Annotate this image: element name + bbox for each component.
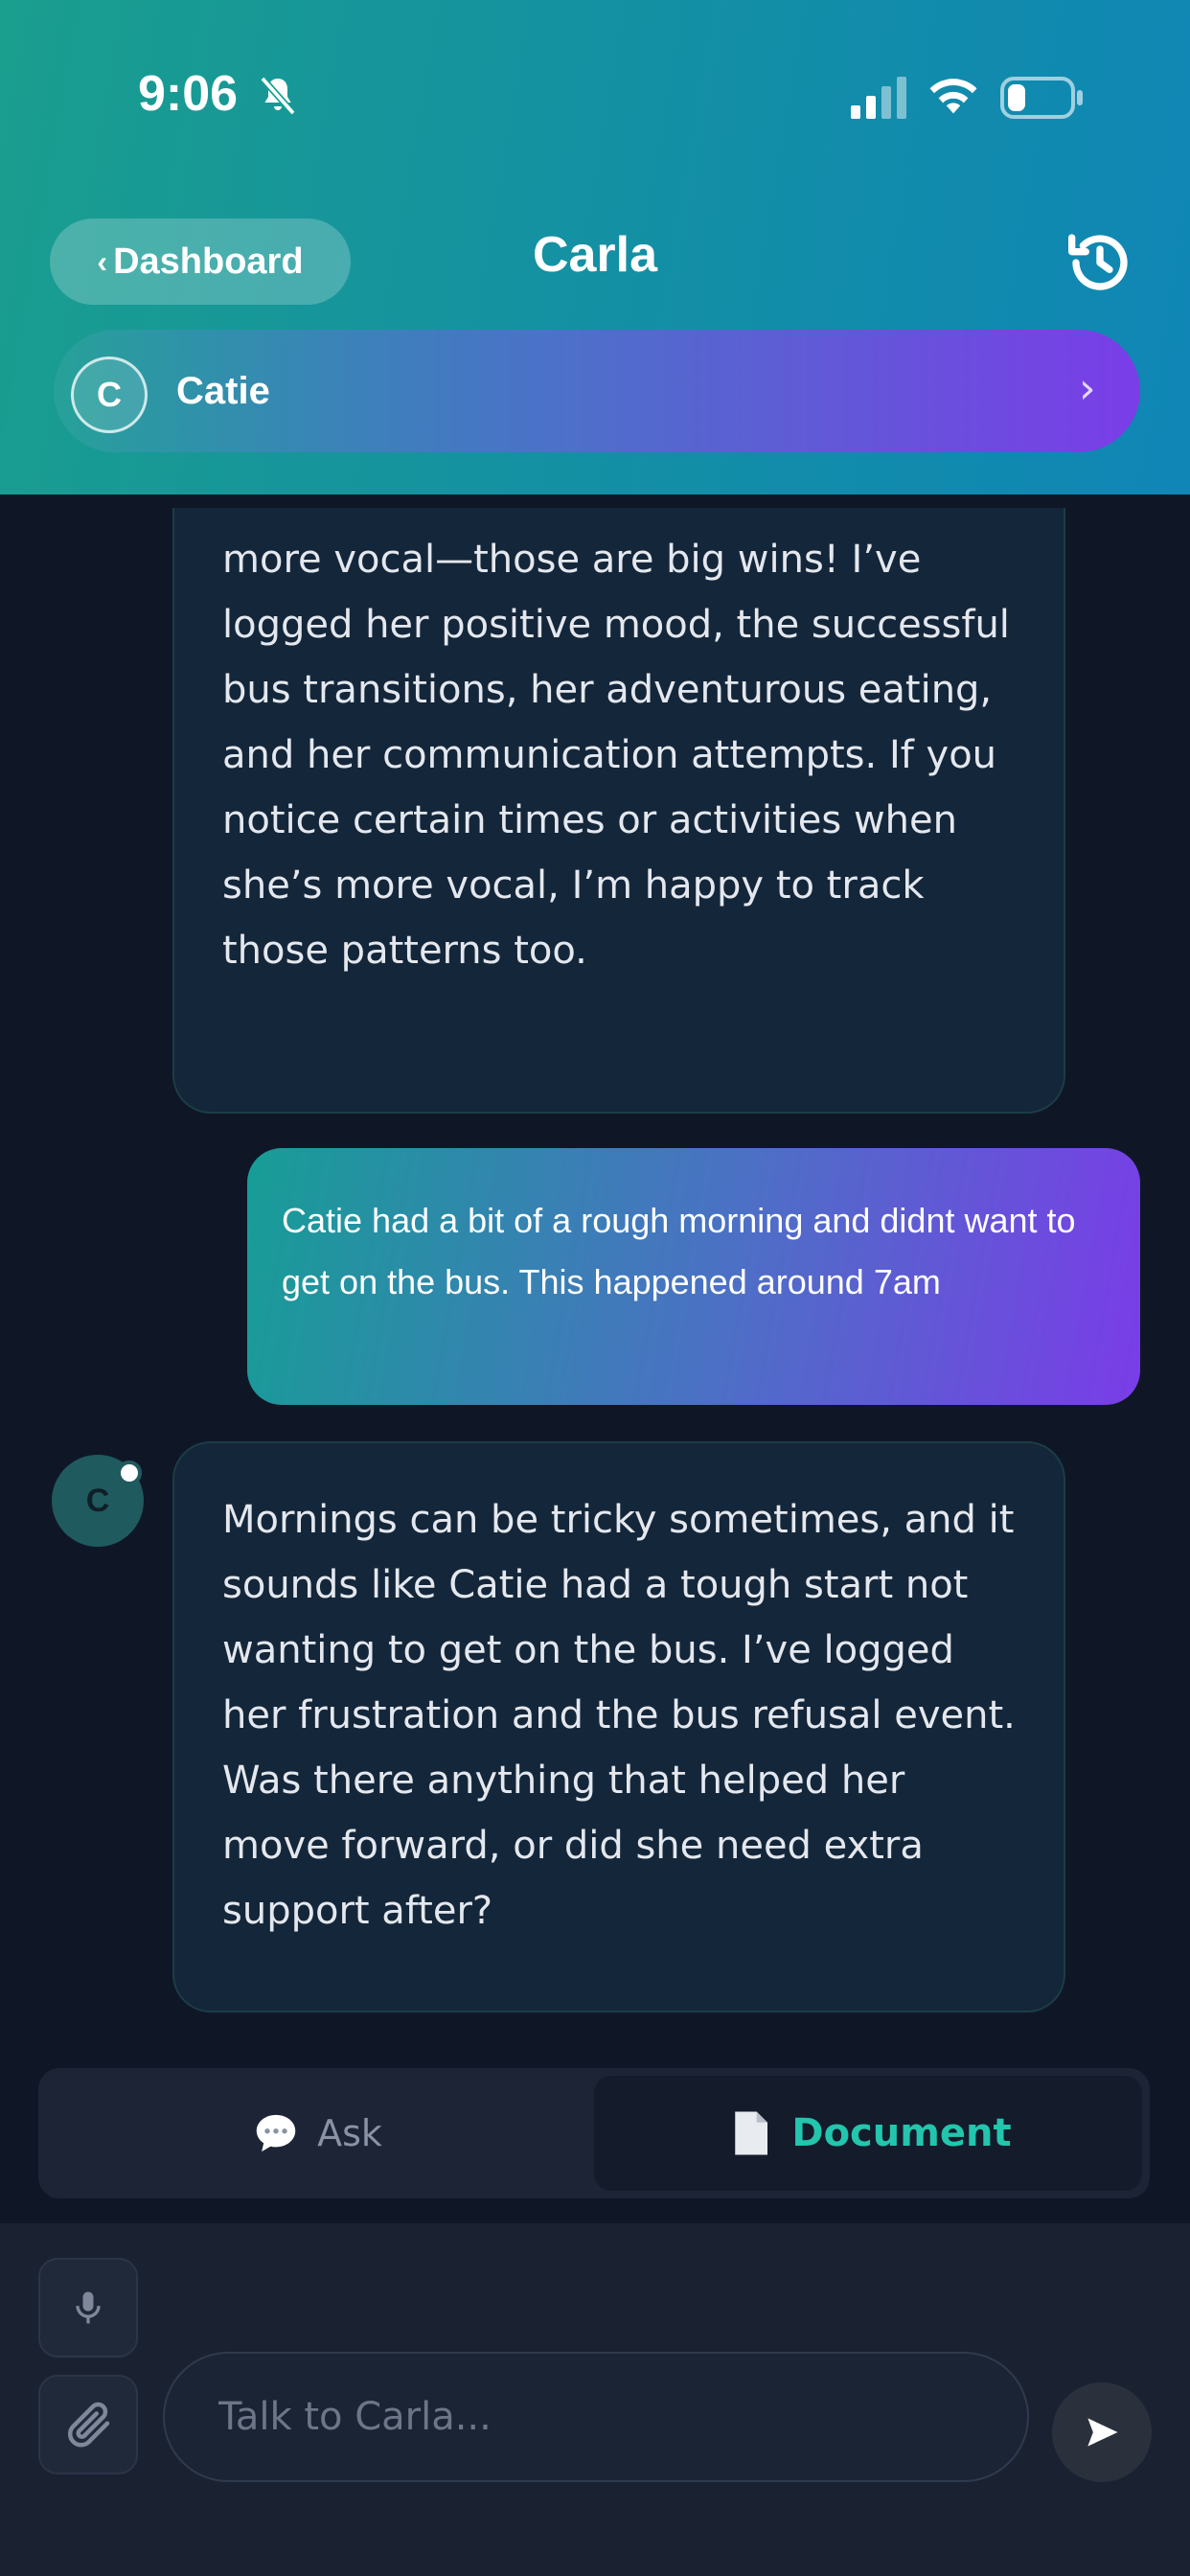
paperclip-icon <box>67 2402 110 2448</box>
document-mode-tab[interactable]: Document <box>594 2076 1142 2191</box>
cellular-signal-icon <box>851 77 906 119</box>
ask-mode-label: Ask <box>317 2112 382 2154</box>
speech-bubble-icon <box>256 2114 296 2152</box>
document-mode-label: Document <box>791 2111 1012 2155</box>
assistant-message: more vocal—those are big wins! I’ve logg… <box>172 508 1065 1114</box>
message-input[interactable] <box>163 2352 1029 2482</box>
attach-button[interactable] <box>38 2375 138 2474</box>
online-indicator <box>117 1460 142 1485</box>
ask-mode-tab[interactable]: Ask <box>38 2068 594 2198</box>
history-icon[interactable] <box>1062 224 1138 301</box>
document-icon <box>735 2111 768 2155</box>
bell-muted-icon <box>260 76 296 116</box>
chevron-right-icon: › <box>1079 364 1096 413</box>
assistant-message: Mornings can be tricky sometimes, and it… <box>172 1441 1065 2012</box>
microphone-button[interactable] <box>38 2258 138 2358</box>
microphone-icon <box>76 2291 101 2324</box>
send-arrow-icon <box>1087 2418 1118 2447</box>
status-time: 9:06 <box>138 66 239 122</box>
page-title: Carla <box>532 227 658 283</box>
child-name: Catie <box>176 370 270 412</box>
child-avatar: C <box>71 356 148 433</box>
wifi-icon <box>929 79 977 114</box>
battery-icon <box>1000 77 1083 119</box>
send-button[interactable] <box>1052 2382 1152 2482</box>
user-message: Catie had a bit of a rough morning and d… <box>247 1148 1140 1405</box>
